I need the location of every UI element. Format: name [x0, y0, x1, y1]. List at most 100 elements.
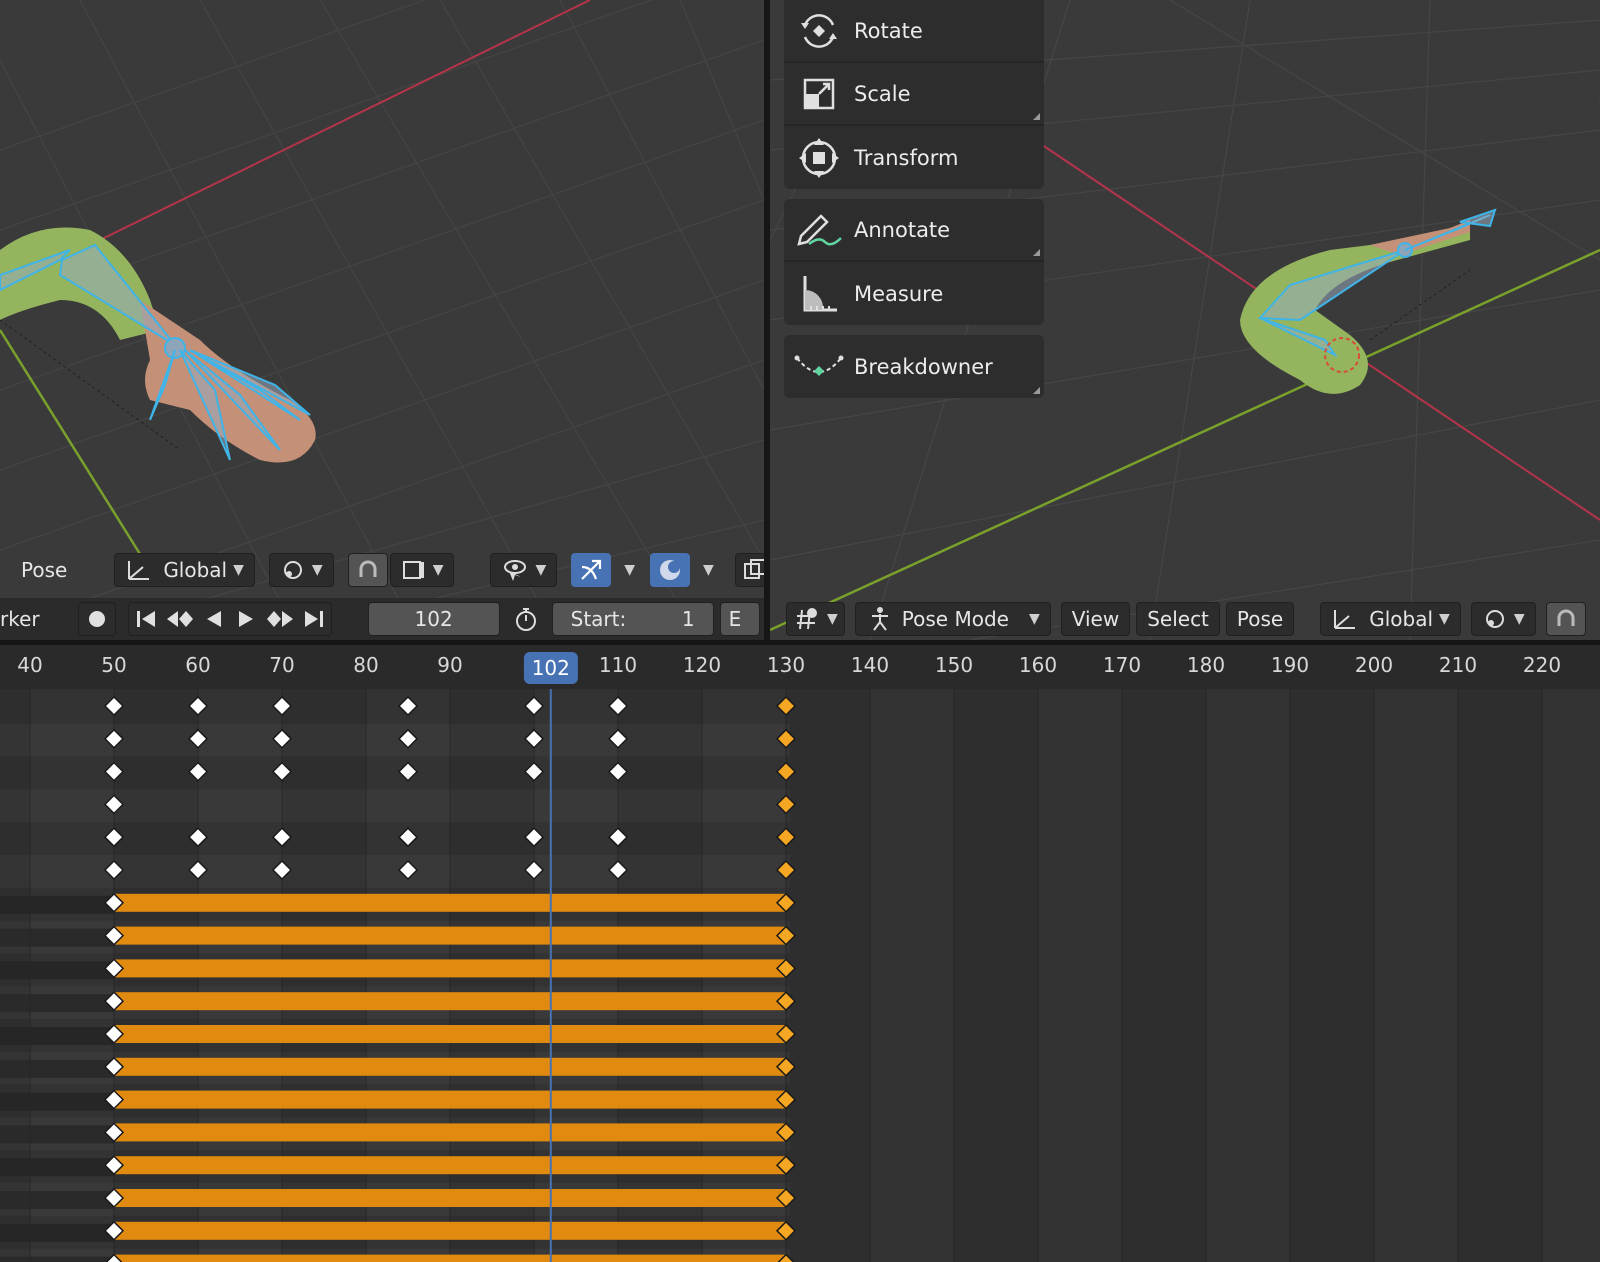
pose-menu-right[interactable]: Pose — [1225, 602, 1295, 636]
ruler-tick-label: 200 — [1354, 653, 1394, 677]
snap-toggle-left[interactable] — [347, 553, 388, 587]
selectability-visibility-dropdown[interactable]: ▼ — [490, 553, 558, 587]
chevron-down-icon: ▼ — [703, 562, 714, 578]
keyframe-hold-bar[interactable] — [114, 992, 786, 1011]
ruler-tick-label: 70 — [269, 653, 295, 677]
play-icon[interactable] — [233, 608, 259, 630]
ruler-tick-label: 190 — [1270, 653, 1310, 677]
snap-target-dropdown-left[interactable]: ▼ — [389, 553, 455, 587]
ruler-tick-label: 90 — [437, 653, 463, 677]
gizmo-toggle[interactable] — [571, 553, 612, 587]
left-viewport-header: Pose Global ▼ ▼ ▼ ▼ ▼ ▼ — [0, 548, 764, 592]
magnet-icon — [355, 557, 381, 583]
channel-hold-left — [0, 895, 114, 914]
chevron-down-icon: ▼ — [233, 562, 244, 578]
snap-toggle-right[interactable] — [1545, 602, 1586, 636]
orientation-icon — [125, 557, 153, 583]
marker-menu[interactable]: rker — [0, 607, 40, 631]
left-viewport-scene — [0, 0, 764, 640]
channel-hold-left — [0, 1027, 114, 1045]
column-stripe — [1206, 689, 1290, 1262]
breakdowner-tool[interactable]: Breakdowner — [784, 335, 1044, 398]
tool-variants-corner[interactable] — [1033, 387, 1040, 394]
keyframe-hold-bar[interactable] — [114, 959, 786, 978]
keyframe-hold-bar[interactable] — [114, 1189, 786, 1207]
jump-to-keyframe-next-icon[interactable] — [265, 608, 295, 630]
transform-orientation-dropdown-right[interactable]: Global ▼ — [1320, 602, 1461, 636]
xray-toggle[interactable] — [734, 553, 764, 587]
keyframe-hold-bar[interactable] — [114, 1123, 786, 1142]
interaction-mode-dropdown[interactable]: Pose Mode ▼ — [854, 602, 1051, 636]
keyframe-hold-bar[interactable] — [114, 1090, 786, 1109]
rotate-icon — [784, 11, 854, 51]
channel-hold-left — [0, 1158, 114, 1177]
chevron-down-icon: ▼ — [535, 562, 547, 578]
ruler-tick-label: 160 — [1018, 653, 1058, 677]
transform-orientation-dropdown-left[interactable]: Global ▼ — [114, 553, 255, 587]
current-frame-field[interactable]: 102 — [367, 602, 500, 636]
editor-type-dropdown[interactable]: ▼ — [786, 602, 845, 636]
pose-mode-icon — [866, 606, 892, 632]
jump-to-start-icon[interactable] — [133, 608, 159, 630]
keyframe-hold-bar[interactable] — [114, 1057, 786, 1076]
record-button[interactable] — [77, 602, 116, 636]
overlays-toggle[interactable] — [650, 553, 691, 587]
jump-to-end-icon[interactable] — [301, 608, 327, 630]
channel-hold-left — [0, 1191, 114, 1209]
transport-buttons — [127, 602, 332, 636]
pose-menu-left[interactable]: Pose — [10, 553, 78, 587]
chevron-down-icon: ▼ — [1439, 611, 1450, 627]
ruler-tick-label: 80 — [353, 653, 379, 677]
use-preview-range-button[interactable] — [506, 602, 546, 636]
transform-tool[interactable]: Transform — [784, 126, 1044, 189]
keyframe-hold-bar[interactable] — [114, 1221, 786, 1240]
channel-hold-left — [0, 1256, 114, 1262]
keyframe-hold-bar[interactable] — [114, 1156, 786, 1175]
pose-tool-group: Breakdowner — [784, 335, 1044, 398]
pivot-point-dropdown-right[interactable]: ▼ — [1470, 602, 1536, 636]
end-frame-field[interactable]: E — [719, 602, 760, 636]
channel-hold-left — [0, 1092, 114, 1111]
rotate-tool[interactable]: Rotate — [784, 0, 1044, 63]
column-stripe — [1374, 689, 1458, 1262]
right-viewport-header: ▼ Pose Mode ▼ View Select Pose Global ▼ ▼ — [770, 597, 1600, 640]
orientation-icon — [1331, 606, 1359, 632]
gizmo-dropdown[interactable]: ▼ — [611, 553, 642, 587]
column-stripe — [870, 689, 954, 1262]
ruler-tick-label: 110 — [598, 653, 638, 677]
keyframe-hold-bar[interactable] — [114, 1025, 786, 1043]
ruler-tick-label: 40 — [17, 653, 43, 677]
keyframe-hold-bar[interactable] — [114, 893, 786, 912]
measure-tool[interactable]: Measure — [784, 262, 1044, 325]
overlays-dropdown[interactable]: ▼ — [690, 553, 721, 587]
view-menu[interactable]: View — [1060, 602, 1131, 636]
ruler-tick-label: 210 — [1438, 653, 1478, 677]
annotate-tool[interactable]: Annotate — [784, 199, 1044, 262]
play-reverse-icon[interactable] — [201, 608, 227, 630]
column-stripe — [1038, 689, 1122, 1262]
scale-tool[interactable]: Scale — [784, 63, 1044, 126]
start-frame-field[interactable]: Start: 1 — [551, 602, 714, 636]
select-menu[interactable]: Select — [1136, 602, 1220, 636]
left-3d-viewport[interactable]: Pose Global ▼ ▼ ▼ ▼ ▼ ▼ — [0, 0, 764, 640]
eye-cursor-icon — [501, 557, 529, 583]
pivot-icon — [280, 557, 306, 583]
tool-variants-corner[interactable] — [1033, 249, 1040, 256]
chevron-down-icon: ▼ — [827, 611, 838, 627]
scale-icon — [784, 74, 854, 114]
tool-variants-corner[interactable] — [1033, 113, 1040, 120]
jump-to-keyframe-prev-icon[interactable] — [165, 608, 195, 630]
current-frame-indicator[interactable]: 102 — [523, 652, 578, 684]
dopesheet-channels[interactable] — [0, 689, 1600, 1262]
channel-hold-left — [0, 1223, 114, 1242]
xray-icon — [742, 557, 764, 583]
magnet-icon — [1553, 606, 1579, 632]
keyframe-hold-bar[interactable] — [114, 1254, 786, 1262]
keyframe-canvas[interactable] — [0, 689, 1600, 1262]
pivot-point-dropdown-left[interactable]: ▼ — [268, 553, 334, 587]
channel-hold-left — [0, 961, 114, 980]
ruler-tick-label: 140 — [850, 653, 890, 677]
chevron-down-icon: ▼ — [1513, 611, 1525, 627]
keyframe-hold-bar[interactable] — [114, 926, 786, 945]
frame-ruler[interactable]: 40 50 60 70 80 90 110 120 130 140 150 160 170 180 190 2… — [0, 645, 1600, 689]
